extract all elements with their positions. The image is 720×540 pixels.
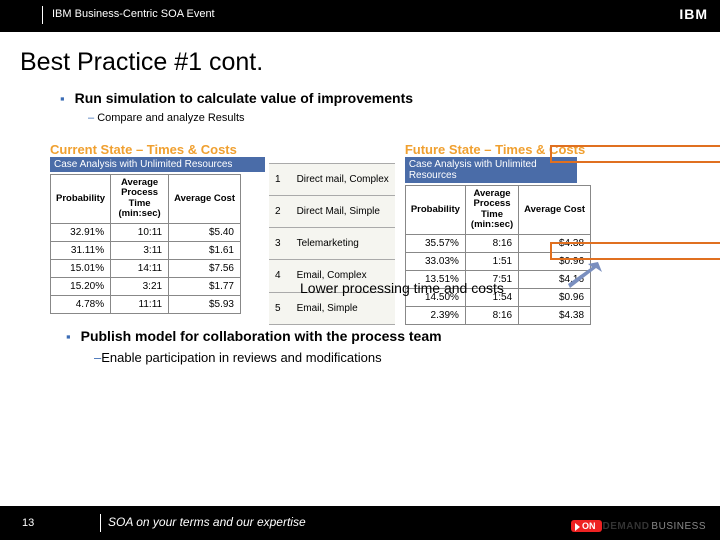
bullet-sub-2: Enable participation in reviews and modi…: [94, 350, 706, 365]
table-row: 5Email, Simple: [269, 292, 395, 324]
header-divider: [42, 6, 43, 24]
play-icon: [575, 523, 580, 531]
table-row: 15.01%14:11$7.56: [51, 259, 241, 277]
footer-bar: 13 SOA on your terms and our expertise O…: [0, 506, 720, 540]
current-state-section: Current State – Times & Costs Case Analy…: [50, 142, 265, 325]
current-table: Probability Average Process Time (min:se…: [50, 174, 241, 314]
table-row: 33.03%1:51$0.96: [405, 252, 590, 270]
content-block-1: Run simulation to calculate value of imp…: [60, 90, 700, 126]
bullet-main-1: Run simulation to calculate value of imp…: [60, 90, 700, 106]
table-row: 3Telemarketing: [269, 228, 395, 260]
table-row: 2.39%8:16$4.38: [405, 306, 590, 324]
ibm-logo: IBM: [679, 6, 708, 22]
future-title: Future State – Times & Costs: [405, 142, 591, 157]
future-table: Probability Average Process Time (min:se…: [405, 185, 591, 325]
col-cost: Average Cost: [169, 175, 241, 224]
future-subtitle: Case Analysis with Unlimited Resources: [405, 157, 577, 183]
table-row: 15.20%3:21$1.77: [51, 277, 241, 295]
arrow-icon: [568, 262, 604, 290]
table-row: 1Direct mail, Complex: [269, 164, 395, 196]
event-title: IBM Business-Centric SOA Event: [52, 8, 215, 20]
col-prob: Probability: [51, 175, 111, 224]
lower-caption: Lower processing time and costs: [300, 280, 504, 296]
header-bar: IBM Business-Centric SOA Event IBM: [0, 0, 720, 32]
col-time: Average Process Time (min:sec): [465, 186, 518, 235]
col-prob: Probability: [405, 186, 465, 235]
table-row: 2Direct Mail, Simple: [269, 196, 395, 228]
footer-divider: [100, 514, 101, 532]
table-row: 4.78%11:11$5.93: [51, 295, 241, 313]
case-labels-table: 1Direct mail, Complex 2Direct Mail, Simp…: [269, 163, 395, 325]
table-row: 35.57%8:16$4.38: [405, 234, 590, 252]
bullet-main-2: Publish model for collaboration with the…: [66, 328, 706, 344]
current-subtitle: Case Analysis with Unlimited Resources: [50, 157, 265, 172]
on-demand-logo: ONDEMANDBUSINESS: [571, 520, 706, 532]
col-time: Average Process Time (min:sec): [111, 175, 169, 224]
content-block-2: Publish model for collaboration with the…: [66, 328, 706, 365]
future-state-section: Future State – Times & Costs Case Analys…: [405, 142, 591, 325]
comparison-tables: Current State – Times & Costs Case Analy…: [50, 142, 690, 325]
slide-title: Best Practice #1 cont.: [20, 48, 263, 77]
table-row: 32.91%10:11$5.40: [51, 223, 241, 241]
col-cost: Average Cost: [519, 186, 591, 235]
page-number: 13: [22, 517, 34, 529]
footer-tagline: SOA on your terms and our expertise: [108, 515, 306, 529]
current-title: Current State – Times & Costs: [50, 142, 265, 157]
bullet-sub-1: Compare and analyze Results: [88, 112, 700, 124]
table-row: 31.11%3:11$1.61: [51, 241, 241, 259]
